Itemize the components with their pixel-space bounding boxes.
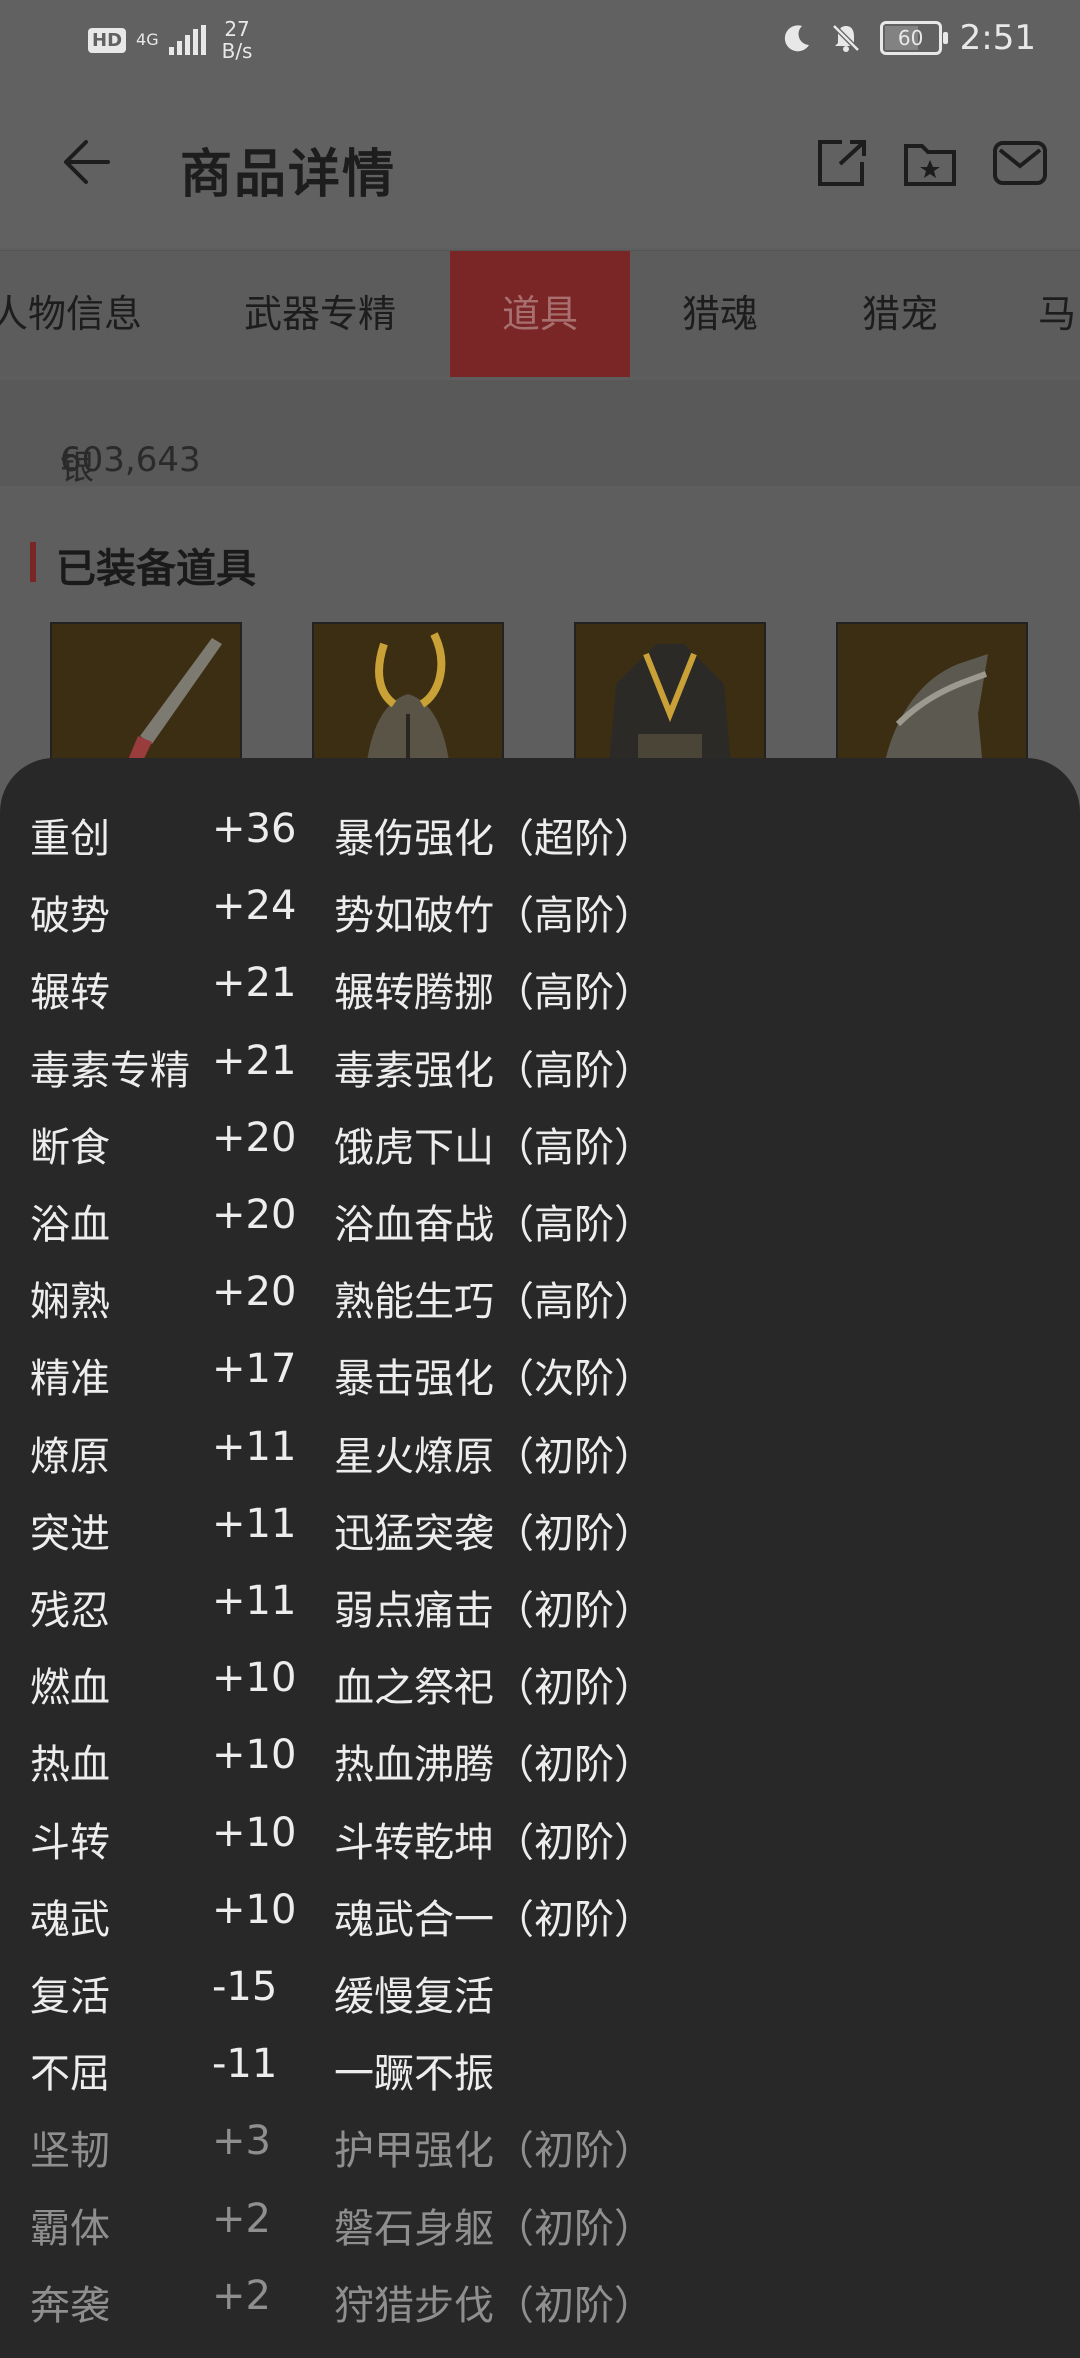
stat-name: 娴熟 [30, 1279, 110, 1326]
stat-name: 霸体 [30, 2205, 110, 2252]
silver-value: 603,643 [60, 440, 201, 480]
stat-effect: 缓慢复活 [334, 1974, 494, 2020]
stat-value: +11 [212, 1500, 297, 1547]
stat-value: +24 [212, 883, 297, 930]
stat-name: 热血 [30, 1742, 110, 1789]
stat-value: +20 [212, 1192, 297, 1238]
stat-effect: 热血沸腾（初阶） [334, 1742, 654, 1789]
stat-name: 不屈 [30, 2051, 110, 2098]
stat-name: 魂武 [30, 1896, 110, 1943]
stat-name: 斗转 [30, 1819, 110, 1866]
hd-badge: HD [88, 27, 127, 53]
back-arrow-icon[interactable] [54, 132, 114, 192]
battery-icon: 60 [879, 21, 948, 55]
signal-icon [168, 25, 206, 55]
network-speed: 27 B/s [222, 18, 253, 62]
stat-name: 辗转 [30, 970, 110, 1017]
stat-value: +21 [212, 960, 297, 1007]
currency-row: 银币：603,643 [0, 380, 1080, 537]
tab-hunt-pet[interactable]: 猎宠 [810, 251, 990, 377]
tab-bar: 人物信息 武器专精 道具 猎魂 猎宠 马 [0, 250, 1080, 377]
stat-effect: 磐石身躯（初阶） [334, 2205, 654, 2252]
clock: 2:51 [959, 18, 1036, 58]
stat-effect: 饿虎下山（高阶） [334, 1124, 654, 1171]
stat-effect: 暴击强化（次阶） [334, 1356, 654, 1403]
speed-value: 27 [224, 17, 250, 41]
stat-value: +11 [212, 1423, 297, 1470]
stat-effect: 弱点痛击（初阶） [334, 1588, 654, 1634]
stat-name: 复活 [30, 1974, 110, 2020]
stat-effect: 浴血奋战（高阶） [334, 1202, 654, 1248]
status-bar: HD 4G 27 B/s 60 2:51 [0, 0, 1080, 80]
stat-name: 重创 [30, 816, 110, 862]
app-header: 商品详情 [0, 80, 1080, 248]
stat-value: -15 [212, 1964, 278, 2010]
stat-name: 突进 [30, 1510, 110, 1557]
network-type: 4G [136, 30, 159, 49]
stat-effect: 魂武合一（初阶） [334, 1896, 654, 1943]
stat-effect: 狩猎步伐（初阶） [334, 2282, 654, 2329]
speed-unit: B/s [221, 39, 253, 63]
equipped-section: 已装备道具 [0, 488, 1080, 826]
stat-effect: 暴伤强化（超阶） [334, 816, 654, 862]
stat-effect: 血之祭祀（初阶） [334, 1665, 654, 1712]
stat-name: 精准 [30, 1356, 110, 1403]
battery-level: 60 [897, 26, 924, 50]
stat-value: +10 [212, 1886, 297, 1933]
stat-value: +21 [212, 1037, 297, 1084]
stat-value: -11 [212, 2041, 278, 2088]
stat-name: 破势 [30, 893, 110, 940]
stat-effect: 星火燎原（初阶） [334, 1433, 654, 1480]
section-accent [30, 542, 36, 582]
stat-effect: 辗转腾挪（高阶） [334, 970, 654, 1017]
stat-value: +3 [212, 2118, 271, 2165]
stat-effect: 一蹶不振 [334, 2051, 494, 2098]
stat-value: +36 [212, 806, 297, 852]
stat-name: 燎原 [30, 1433, 110, 1480]
section-title: 已装备道具 [56, 546, 256, 592]
tab-character-info[interactable]: 人物信息 [0, 251, 142, 377]
stat-value: +10 [212, 1809, 297, 1856]
stat-name: 燃血 [30, 1665, 110, 1712]
stat-effect: 势如破竹（高阶） [334, 893, 654, 940]
stat-value: +11 [212, 1578, 297, 1624]
stat-name: 奔袭 [30, 2282, 110, 2329]
stat-value: +2 [212, 2272, 271, 2319]
stat-value: +17 [212, 1346, 297, 1393]
stat-effect: 护甲强化（初阶） [334, 2128, 654, 2175]
stat-value: +20 [212, 1269, 297, 1316]
page-title: 商品详情 [180, 145, 397, 205]
stat-effect: 斗转乾坤（初阶） [334, 1819, 654, 1866]
tab-horse[interactable]: 马 [1010, 251, 1080, 377]
stat-name: 毒素专精 [30, 1047, 190, 1094]
stat-effect: 毒素强化（高阶） [334, 1047, 654, 1094]
stat-name: 断食 [30, 1124, 110, 1171]
tab-weapon-mastery[interactable]: 武器专精 [200, 251, 440, 377]
mail-icon[interactable] [992, 138, 1048, 188]
stat-effect: 迅猛突袭（初阶） [334, 1510, 654, 1557]
moon-icon [784, 25, 809, 52]
favorite-folder-icon[interactable] [902, 138, 958, 188]
share-icon[interactable] [814, 138, 870, 188]
status-right: 60 2:51 [782, 18, 1036, 58]
mute-bell-icon [831, 24, 860, 52]
stat-value: +2 [212, 2195, 271, 2242]
stat-name: 浴血 [30, 1202, 110, 1248]
tab-items[interactable]: 道具 [450, 251, 630, 377]
stat-name: 坚韧 [30, 2128, 110, 2175]
stat-value: +10 [212, 1732, 297, 1779]
stat-value: +10 [212, 1655, 297, 1702]
tab-hunt-soul[interactable]: 猎魂 [630, 251, 810, 377]
stat-name: 残忍 [30, 1588, 110, 1634]
stat-effect: 熟能生巧（高阶） [334, 1279, 654, 1326]
status-left: HD 4G 27 B/s [88, 18, 252, 62]
stat-value: +20 [212, 1114, 297, 1161]
stats-bottom-sheet[interactable]: 重创 +36 暴伤强化（超阶） 破势 +24 势如破竹（高阶） 辗转 +21 辗转腾挪（高阶） 毒… [0, 758, 1080, 2358]
